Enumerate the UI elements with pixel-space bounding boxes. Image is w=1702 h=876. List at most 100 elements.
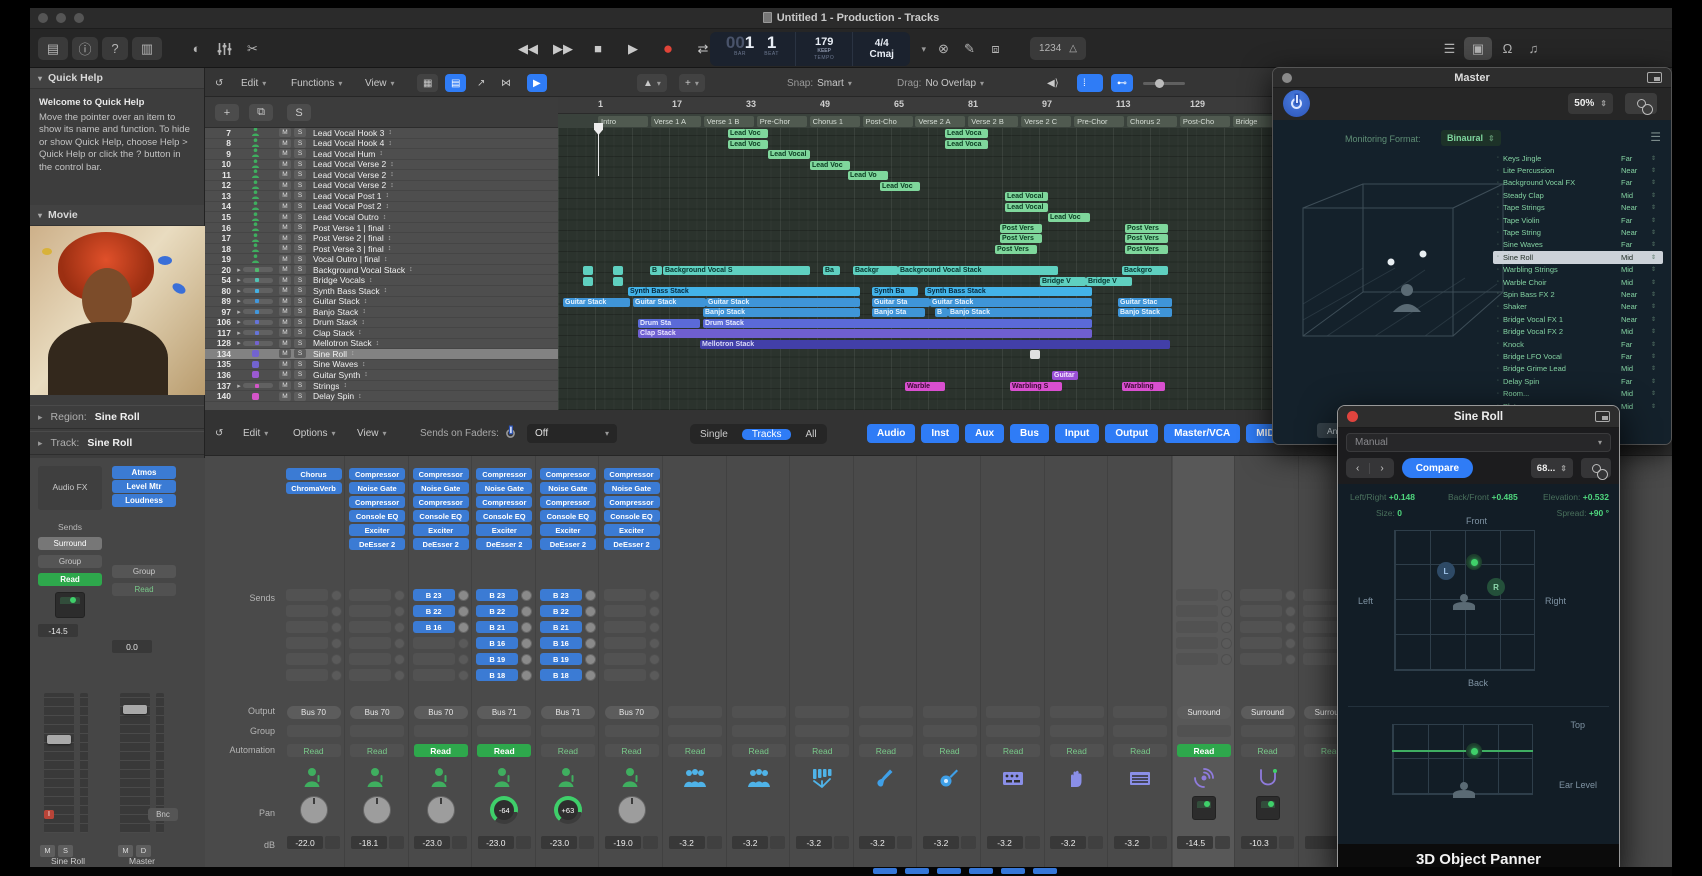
loops-icon[interactable]: ♫ (1522, 37, 1545, 60)
plugin-slot[interactable]: Console EQ (476, 510, 532, 522)
track-row[interactable]: 89▸MSGuitar Stack↕ (205, 297, 605, 308)
surround-panner[interactable] (1192, 796, 1216, 820)
mute-button[interactable]: M (279, 318, 291, 327)
collapse-icon[interactable]: ▾ (38, 211, 42, 220)
automation-mode-button[interactable]: Read (1113, 744, 1167, 757)
channel-strip[interactable]: Read-3.2 (919, 456, 981, 876)
track-row[interactable]: 19MSVocal Outro | final↕ (205, 254, 605, 265)
track-stepper-icon[interactable]: ↕ (351, 350, 355, 357)
group-slot[interactable] (986, 725, 1040, 737)
play-button[interactable]: ▶ (620, 36, 646, 61)
3d-room-wireframe[interactable] (1275, 150, 1510, 420)
group-slot[interactable] (477, 725, 531, 737)
master-window-titlebar[interactable]: Master (1273, 68, 1671, 88)
send-knob[interactable] (585, 670, 596, 681)
track-stepper-icon[interactable]: ↕ (388, 224, 392, 231)
disclosure-arrow-icon[interactable]: ▸ (237, 329, 241, 337)
plugin-slot[interactable]: Exciter (540, 524, 596, 536)
output-button[interactable]: Surround (1177, 706, 1231, 719)
send-knob[interactable] (458, 622, 469, 633)
volume-value[interactable]: -22.0 (287, 836, 323, 849)
object-stepper-icon[interactable]: ⇕ (1651, 316, 1663, 323)
automation-mode-button[interactable]: Read (1241, 744, 1295, 757)
automation-mode-button[interactable]: Read (795, 744, 849, 757)
track-row[interactable]: 20▸MSBackground Vocal Stack↕ (205, 265, 605, 276)
mixer-icon[interactable] (213, 37, 236, 60)
solo-button[interactable]: S (294, 202, 306, 211)
track-row[interactable]: 117▸MSClap Stack↕ (205, 328, 605, 339)
prev-preset-button[interactable]: ‹ (1346, 463, 1369, 474)
collapse-icon[interactable]: ▾ (38, 74, 42, 83)
audio-region[interactable]: Synth Bass Stack (628, 287, 860, 296)
audio-region[interactable]: Lead Voca (945, 140, 988, 149)
gain-box[interactable] (1152, 836, 1167, 849)
empty-send-slot[interactable] (1240, 621, 1296, 633)
track-stepper-icon[interactable]: ↕ (358, 329, 362, 336)
filter-mastervca[interactable]: Master/VCA (1164, 424, 1240, 443)
left-right-param[interactable]: Left/Right +0.148 (1350, 492, 1415, 502)
volume-value[interactable]: 0.0 (112, 640, 152, 653)
plugin-slot[interactable]: Exciter (604, 524, 660, 536)
object-stepper-icon[interactable]: ⇕ (1651, 328, 1663, 335)
mute-button[interactable]: M (279, 170, 291, 179)
volume-value[interactable]: -3.2 (859, 836, 895, 849)
output-button[interactable]: Bus 71 (541, 706, 595, 719)
send-slot[interactable]: B 22 (413, 605, 469, 617)
channel-strip[interactable]: Read-3.2 (1046, 456, 1108, 876)
volume-value[interactable]: -23.0 (414, 836, 450, 849)
send-knob[interactable] (458, 590, 469, 601)
gain-box[interactable] (516, 836, 531, 849)
plugin-slot[interactable]: Noise Gate (476, 482, 532, 494)
send-slot[interactable]: B 19 (540, 653, 596, 665)
output-slot[interactable]: Surround (38, 537, 102, 550)
zoom-select[interactable]: 68...⇕ (1531, 458, 1573, 478)
empty-send-slot[interactable] (286, 605, 342, 617)
send-knob[interactable] (585, 622, 596, 633)
send-bus-button[interactable]: B 18 (540, 669, 582, 681)
track-name[interactable]: Guitar Synth (313, 370, 360, 380)
arrangement-marker[interactable]: Verse 2 B (968, 116, 1018, 127)
audio-object-row[interactable]: ◦Bridge Vocal FX 1Near⇕ (1493, 313, 1663, 325)
disclosure-arrow-icon[interactable]: ▸ (237, 266, 241, 274)
audio-region[interactable]: Banjo Stack (703, 308, 860, 317)
volume-value[interactable]: -3.2 (1114, 836, 1150, 849)
object-stepper-icon[interactable]: ⇕ (1651, 279, 1663, 286)
catch-playhead-icon[interactable]: ▶ (527, 74, 547, 92)
object-position[interactable]: Near (1621, 228, 1651, 237)
object-position[interactable]: Near (1621, 290, 1651, 299)
solo-button[interactable]: S (294, 276, 306, 285)
input-monitor-button[interactable]: I (44, 810, 54, 819)
next-preset-button[interactable]: › (1369, 463, 1393, 474)
empty-send-slot[interactable] (604, 653, 660, 665)
plugin-slot[interactable]: Noise Gate (413, 482, 469, 494)
arrangement-marker[interactable]: Verse 2 A (915, 116, 965, 127)
gain-box[interactable] (961, 836, 976, 849)
solo-button[interactable]: S (294, 392, 306, 401)
channel-strip[interactable]: CompressorNoise GateCompressorConsole EQ… (410, 456, 472, 876)
plugin-slot[interactable]: ChromaVerb (286, 482, 342, 494)
group-slot[interactable] (350, 725, 404, 737)
audio-region[interactable]: Ba (823, 266, 840, 275)
audio-object-row[interactable]: ◦Delay SpinFar⇕ (1493, 375, 1663, 387)
empty-send-slot[interactable] (1240, 653, 1296, 665)
object-stepper-icon[interactable]: ⇕ (1651, 341, 1663, 348)
edit-menu[interactable]: Edit▾ (241, 74, 266, 92)
audio-region[interactable]: Lead Voc (1048, 213, 1090, 222)
plugin-slot[interactable]: Noise Gate (349, 482, 405, 494)
track-name[interactable]: Lead Vocal Hook 3 (313, 128, 384, 138)
object-position-handle[interactable] (1466, 554, 1482, 570)
track-name[interactable]: Background Vocal Stack (313, 265, 405, 275)
volume-value[interactable]: -3.2 (987, 836, 1023, 849)
tools-icon[interactable]: ✂ (241, 37, 264, 60)
pencil-icon[interactable]: ✎ (958, 37, 981, 60)
filter-output[interactable]: Output (1105, 424, 1158, 443)
automation-mode-button[interactable]: Read (350, 744, 404, 757)
track-stepper-icon[interactable]: ↕ (388, 235, 392, 242)
track-name[interactable]: Lead Vocal Hook 4 (313, 138, 384, 148)
region-lanes[interactable]: Lead VocLead VocaLead VocLead VocaLead V… (558, 128, 1318, 410)
track-name[interactable]: Banjo Stack (313, 307, 358, 317)
object-stepper-icon[interactable]: ⇕ (1651, 353, 1663, 360)
automation-mode-button[interactable]: Read (986, 744, 1040, 757)
gain-box[interactable] (707, 836, 722, 849)
audio-region[interactable]: Clap Stack (638, 329, 1092, 338)
